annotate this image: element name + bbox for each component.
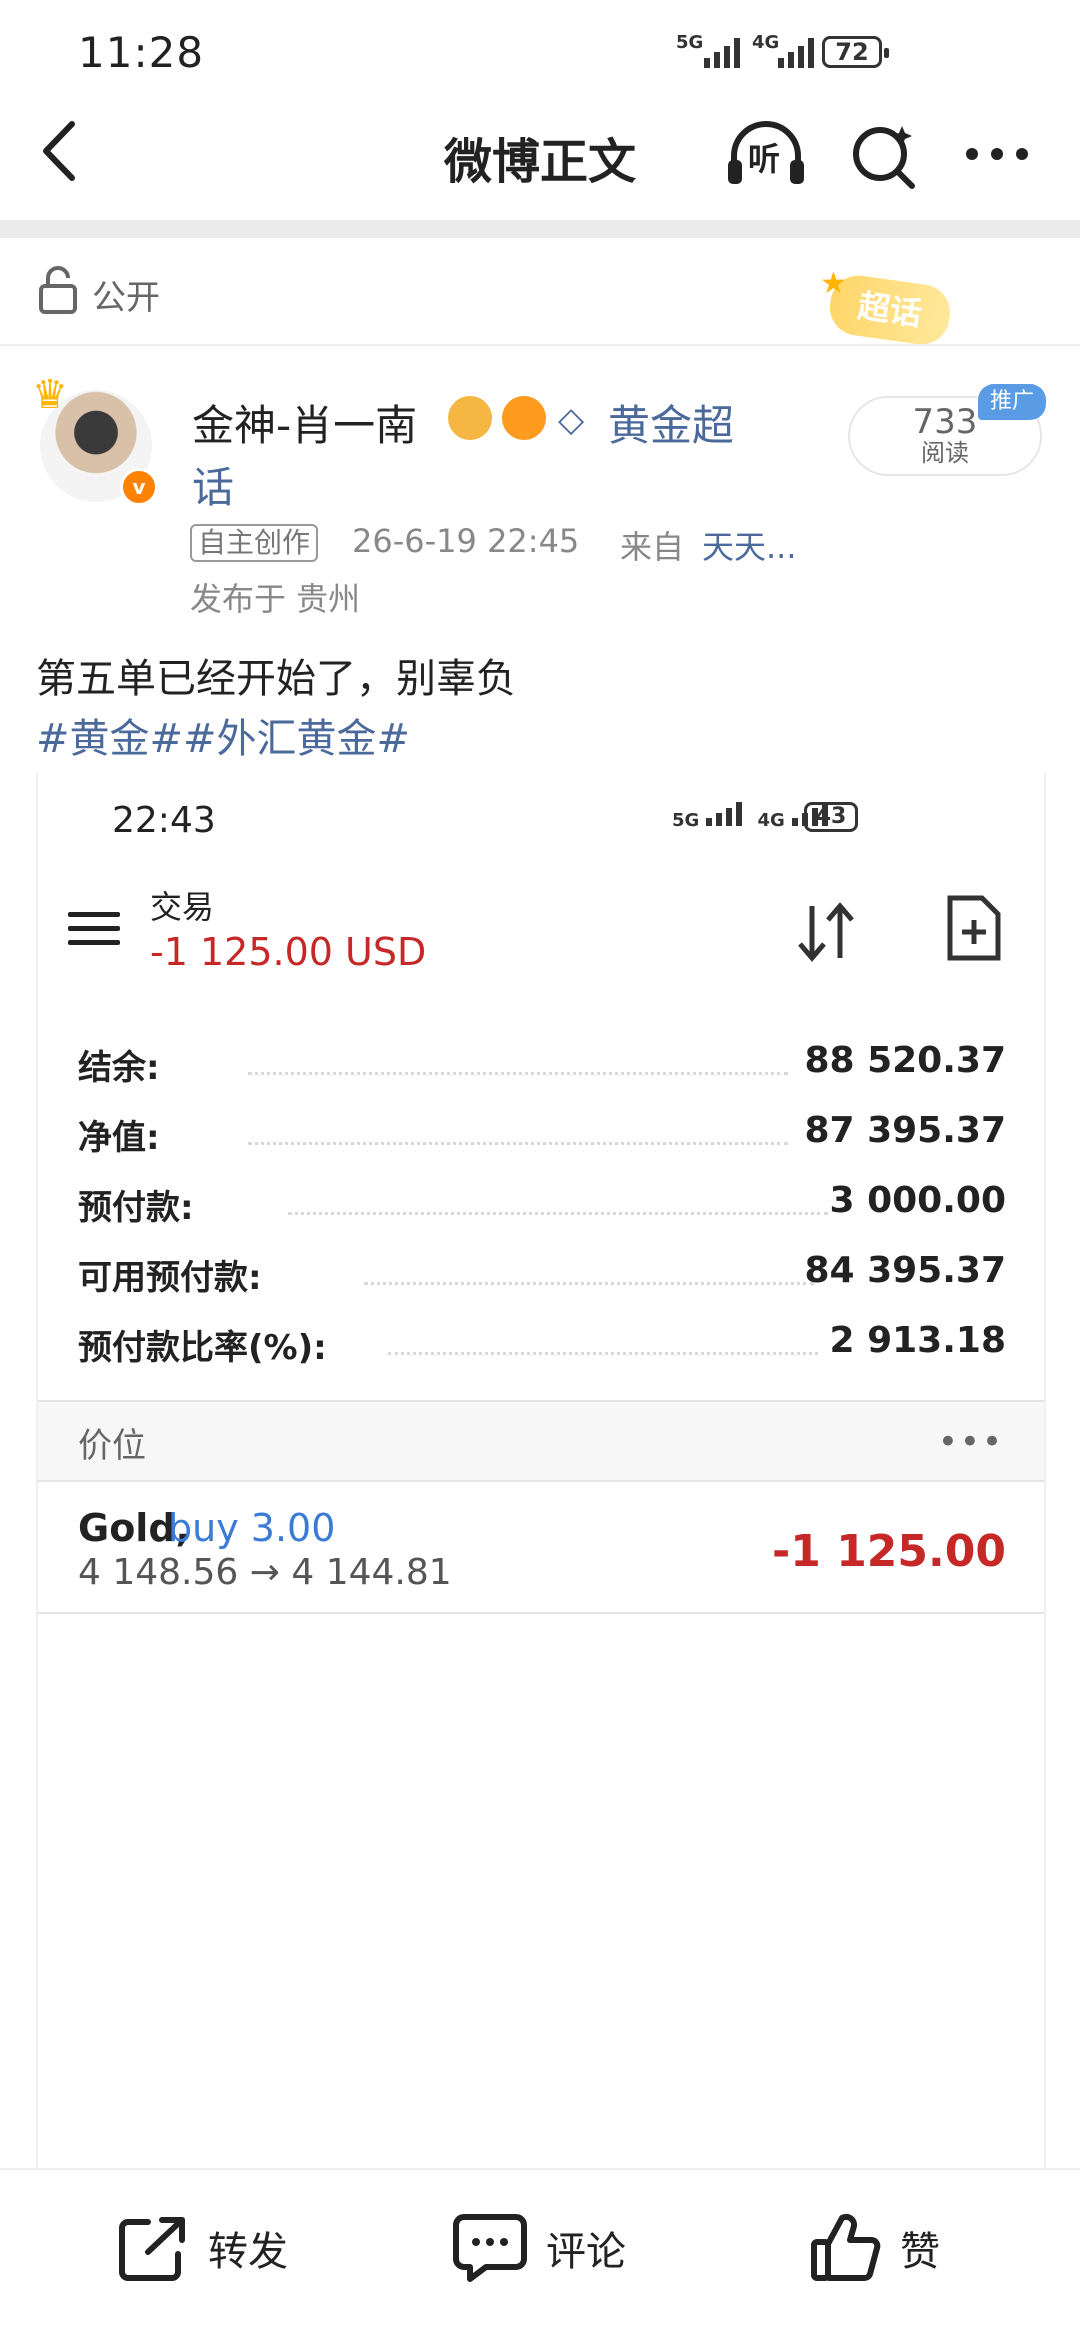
dotted-leader — [364, 1282, 814, 1285]
comment-icon — [453, 2214, 527, 2282]
divider — [0, 344, 1080, 346]
position-side: buy 3.00 — [168, 1506, 336, 1550]
lock-icon — [38, 266, 78, 318]
free-margin-label: 可用预付款: — [78, 1258, 262, 1298]
equity-label: 净值: — [78, 1118, 160, 1158]
original-content-tag: 自主创作 — [190, 524, 319, 562]
header-separator — [0, 220, 1080, 238]
balance-label: 结余: — [78, 1048, 160, 1088]
divider — [38, 1612, 1044, 1614]
signal-5g: 5G — [676, 32, 740, 68]
read-label: 阅读 — [921, 439, 969, 467]
more-dots-icon — [966, 148, 1028, 160]
repost-label: 转发 — [208, 2229, 288, 2275]
bottom-action-bar: 转发 评论 赞 — [0, 2168, 1080, 2332]
margin-level-value: 2 913.18 — [829, 1320, 1006, 1361]
post-location: 发布于 贵州 — [190, 580, 361, 618]
like-label: 赞 — [900, 2229, 940, 2275]
network-5g-label: 5G — [676, 32, 704, 53]
search-button[interactable] — [850, 120, 920, 194]
margin-level-label: 预付款比率(%): — [78, 1328, 327, 1368]
dotted-leader — [248, 1072, 788, 1075]
price-section-label: 价位 — [78, 1426, 146, 1466]
comment-label: 评论 — [546, 2229, 626, 2275]
verified-icon: v — [120, 468, 158, 506]
signal-bars-icon — [778, 38, 814, 68]
trade-pl-total: -1 125.00 USD — [150, 930, 427, 974]
dotted-leader — [288, 1212, 828, 1215]
signal-bars-icon — [704, 38, 740, 68]
image-5g-label: 5G — [672, 810, 700, 831]
more-dots-icon: ••• — [937, 1422, 1004, 1462]
emoji-badge-icon — [502, 396, 546, 440]
hamburger-menu-icon — [68, 912, 120, 954]
balance-value: 88 520.37 — [804, 1040, 1006, 1081]
promo-tag: 推广 — [978, 384, 1046, 420]
more-button[interactable] — [964, 146, 1030, 166]
crown-icon: ♛ — [32, 372, 68, 418]
source-prefix: 来自 — [620, 528, 685, 566]
supertopic-link[interactable]: 黄金超 — [608, 392, 734, 453]
comment-button[interactable]: 评论 — [452, 2208, 626, 2288]
status-time: 11:28 — [78, 28, 205, 77]
equity-value: 87 395.37 — [804, 1110, 1006, 1151]
post-timestamp: 26-6-19 22:45 — [352, 522, 580, 560]
source-link[interactable]: 天天... — [702, 522, 797, 568]
supertopic-link-cont[interactable]: 话 — [192, 454, 234, 515]
price-section-header: 价位 ••• — [38, 1400, 1044, 1482]
like-button[interactable]: 赞 — [810, 2208, 940, 2288]
repost-icon — [119, 2217, 185, 2281]
image-4g-label: 4G — [757, 810, 785, 831]
margin-label: 预付款: — [78, 1188, 194, 1228]
dotted-leader — [248, 1142, 788, 1145]
star-icon: ★ — [820, 266, 847, 301]
thumbs-up-icon — [811, 2213, 881, 2281]
trade-label: 交易 — [150, 888, 215, 926]
position-prices: 4 148.56 → 4 144.81 — [78, 1552, 452, 1593]
network-4g-label: 4G — [752, 32, 780, 53]
margin-value: 3 000.00 — [829, 1180, 1006, 1221]
battery-icon: 72 — [822, 36, 889, 68]
post-hashtags[interactable]: #黄金##外汇黄金# — [36, 706, 410, 764]
position-pl: -1 125.00 — [772, 1526, 1006, 1577]
free-margin-value: 84 395.37 — [804, 1250, 1006, 1291]
post-image[interactable]: 22:43 5G 4G 43 交易 -1 125.00 USD 结余: 88 5… — [36, 772, 1046, 2172]
listen-label: 听 — [748, 140, 781, 178]
fan-badge-icon — [448, 396, 492, 440]
listen-button[interactable]: 听 — [724, 118, 808, 190]
signal-4g: 4G — [752, 32, 814, 68]
username[interactable]: 金神-肖一南 — [192, 392, 417, 453]
visibility-label: 公开 — [92, 278, 160, 318]
dotted-leader — [388, 1352, 818, 1355]
image-status-time: 22:43 — [112, 800, 216, 841]
post-text: 第五单已经开始了，别辜负 — [36, 656, 516, 702]
search-icon — [853, 126, 915, 189]
diamond-icon: ◇ — [558, 400, 585, 440]
sort-arrows-icon — [794, 900, 858, 968]
image-battery-icon: 43 — [804, 802, 858, 832]
new-order-icon — [946, 894, 1002, 966]
repost-button[interactable]: 转发 — [118, 2208, 288, 2288]
